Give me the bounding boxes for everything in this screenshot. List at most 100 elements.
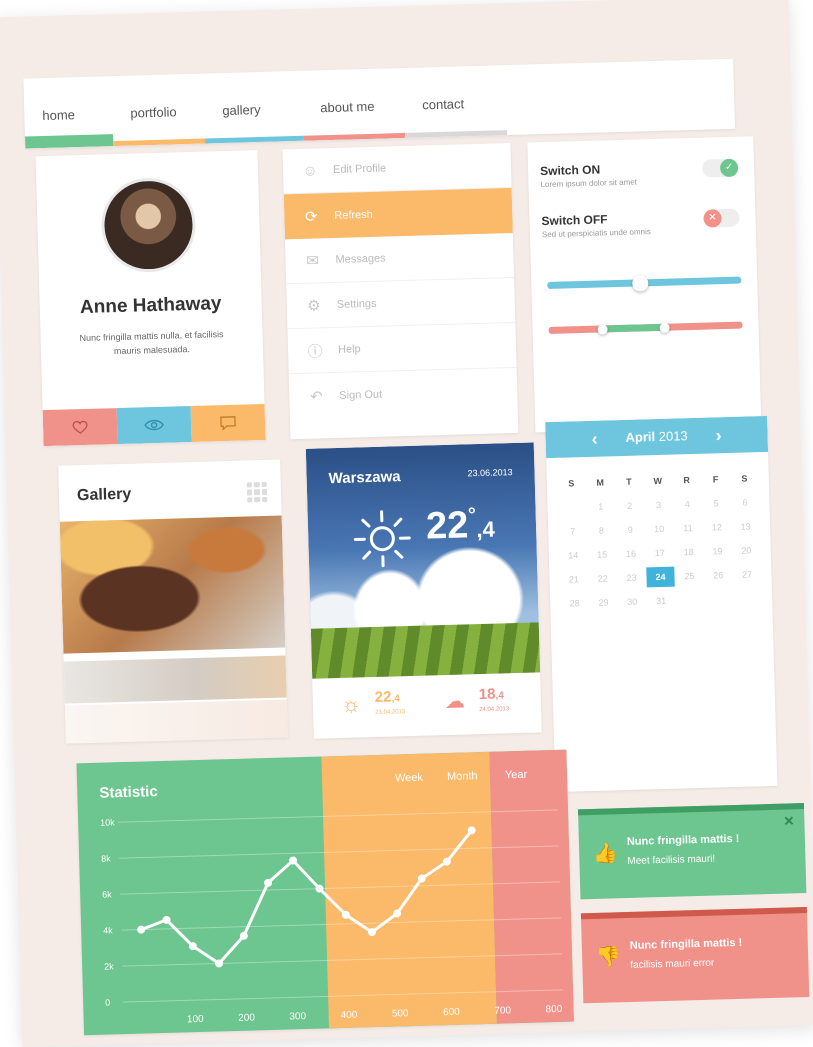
chart-gridline — [119, 846, 559, 858]
switch-off-toggle[interactable]: ✕ — [703, 209, 739, 228]
profile-card: Anne Hathaway Nunc fringilla mattis null… — [36, 150, 266, 446]
calendar-day[interactable]: 2 — [615, 495, 644, 516]
comment-button[interactable] — [191, 404, 266, 442]
calendar-weekday: T — [614, 471, 643, 492]
menu-item-help[interactable]: ⓘ Help — [287, 323, 516, 374]
gallery-photo[interactable] — [65, 699, 288, 743]
calendar-day[interactable]: 27 — [732, 564, 761, 585]
calendar-day[interactable]: 9 — [616, 519, 645, 540]
calendar-day[interactable]: 16 — [616, 543, 645, 564]
chart-x-tick-label: 700 — [494, 1005, 511, 1016]
calendar-day[interactable]: 20 — [732, 540, 761, 561]
slider-handle-high[interactable] — [660, 323, 670, 333]
nav-label: gallery — [222, 102, 261, 118]
calendar-day[interactable]: 17 — [645, 543, 674, 564]
calendar-day[interactable]: 26 — [704, 565, 733, 586]
like-button[interactable] — [43, 408, 118, 446]
notification-message: Meet facilisis mauri! — [627, 854, 715, 867]
menu-item-messages[interactable]: ✉ Messages — [285, 233, 514, 284]
menu-item-sign-out[interactable]: ↶ Sign Out — [289, 368, 518, 419]
gallery-photo[interactable] — [64, 655, 287, 703]
eye-icon — [144, 418, 164, 433]
notification-title: Nunc fringilla mattis ! — [630, 937, 743, 952]
calendar-header: ‹ April 2013 › — [545, 416, 768, 458]
chart-x-tick-label: 600 — [443, 1007, 460, 1018]
calendar-day[interactable]: 14 — [559, 545, 588, 566]
chevron-right-icon[interactable]: › — [715, 417, 722, 453]
chevron-left-icon[interactable]: ‹ — [591, 421, 598, 457]
thumbs-down-icon: 👎 — [596, 944, 622, 970]
calendar-day[interactable]: 15 — [587, 544, 616, 565]
chart-y-tick-label: 0 — [105, 998, 110, 1008]
ui-kit-board: home portfolio gallery about me contact … — [0, 0, 813, 1047]
slider-handle-low[interactable] — [598, 324, 608, 334]
sun-icon: ☼ — [341, 691, 362, 718]
gallery-photo-chocolate-cake[interactable] — [60, 516, 286, 654]
switches-card: Switch ON Lorem ipsum dolor sit amet ✓ S… — [527, 136, 761, 432]
chart-gridline — [122, 954, 562, 966]
calendar-grid: SMTWRFS123456789101112131415161718192021… — [557, 468, 763, 614]
calendar-day[interactable]: 1 — [586, 496, 615, 517]
nav-indicator — [405, 130, 507, 138]
calendar-day[interactable]: 7 — [558, 521, 587, 542]
calendar-weekday: M — [585, 472, 614, 493]
slider-range[interactable] — [548, 322, 742, 334]
calendar-card: ‹ April 2013 › SMTWRFS123456789101112131… — [545, 416, 777, 792]
calendar-day[interactable]: 23 — [617, 567, 646, 588]
nav-label: portfolio — [130, 104, 177, 120]
nav-contact[interactable]: contact — [403, 65, 507, 138]
switch-on-toggle[interactable]: ✓ — [702, 159, 738, 178]
switch-on-subtitle: Lorem ipsum dolor sit amet — [540, 177, 637, 189]
calendar-day[interactable]: 6 — [730, 492, 759, 513]
nav-portfolio[interactable]: portfolio — [111, 74, 205, 147]
chart-x-tick-label: 400 — [340, 1010, 357, 1021]
thumbs-up-icon: 👍 — [593, 840, 619, 866]
calendar-day[interactable]: 30 — [618, 591, 647, 612]
menu-item-refresh[interactable]: ⟳ Refresh — [284, 188, 513, 239]
calendar-day[interactable]: 11 — [673, 518, 702, 539]
menu-label: Sign Out — [339, 388, 382, 401]
menu-item-settings[interactable]: ⚙ Settings — [286, 278, 515, 329]
notification-error: 👎 Nunc fringilla mattis ! facilisis maur… — [581, 907, 809, 1003]
nav-home[interactable]: home — [23, 76, 113, 148]
calendar-day[interactable]: 19 — [703, 541, 732, 562]
calendar-day[interactable]: 24 — [646, 567, 675, 588]
chart-x-tick-label: 800 — [545, 1004, 562, 1015]
calendar-empty-cell — [557, 497, 586, 518]
nav-gallery[interactable]: gallery — [203, 71, 303, 144]
close-icon[interactable]: ✕ — [783, 813, 794, 829]
grid-icon[interactable] — [247, 482, 268, 503]
view-button[interactable] — [117, 406, 192, 444]
calendar-day[interactable]: 12 — [702, 517, 731, 538]
calendar-month: April — [625, 429, 655, 445]
weather-temp-decimal: ,4 — [476, 517, 495, 543]
calendar-day[interactable]: 18 — [674, 542, 703, 563]
calendar-weekday: F — [701, 469, 730, 490]
nav-label: about me — [320, 99, 375, 116]
nav-indicator — [113, 139, 205, 147]
calendar-day[interactable]: 21 — [559, 569, 588, 590]
forecast-temp: 18,4 — [478, 685, 503, 703]
calendar-day[interactable]: 8 — [587, 520, 616, 541]
calendar-day[interactable]: 22 — [588, 568, 617, 589]
heart-icon — [71, 419, 89, 435]
calendar-day[interactable]: 3 — [644, 495, 673, 516]
menu-item-edit-profile[interactable]: ☺ Edit Profile — [282, 143, 511, 194]
chart-y-tick-label: 4k — [103, 925, 113, 935]
chart-point[interactable] — [137, 925, 145, 933]
calendar-day[interactable]: 28 — [560, 593, 589, 614]
gallery-title: Gallery — [77, 486, 132, 506]
calendar-day[interactable]: 13 — [731, 516, 760, 537]
calendar-day[interactable]: 10 — [644, 519, 673, 540]
calendar-day[interactable]: 29 — [589, 592, 618, 613]
slider-handle[interactable] — [632, 275, 648, 291]
calendar-day[interactable]: 25 — [675, 566, 704, 587]
nav-about-me[interactable]: about me — [301, 68, 405, 141]
calendar-day[interactable]: 4 — [673, 494, 702, 515]
weather-city: Warszawa — [328, 468, 400, 487]
comment-icon — [219, 415, 237, 431]
nav-indicator — [205, 136, 303, 144]
calendar-day[interactable]: 5 — [701, 493, 730, 514]
side-menu: ☺ Edit Profile ⟳ Refresh ✉ Messages ⚙ Se… — [282, 143, 518, 439]
calendar-day[interactable]: 31 — [646, 591, 675, 612]
